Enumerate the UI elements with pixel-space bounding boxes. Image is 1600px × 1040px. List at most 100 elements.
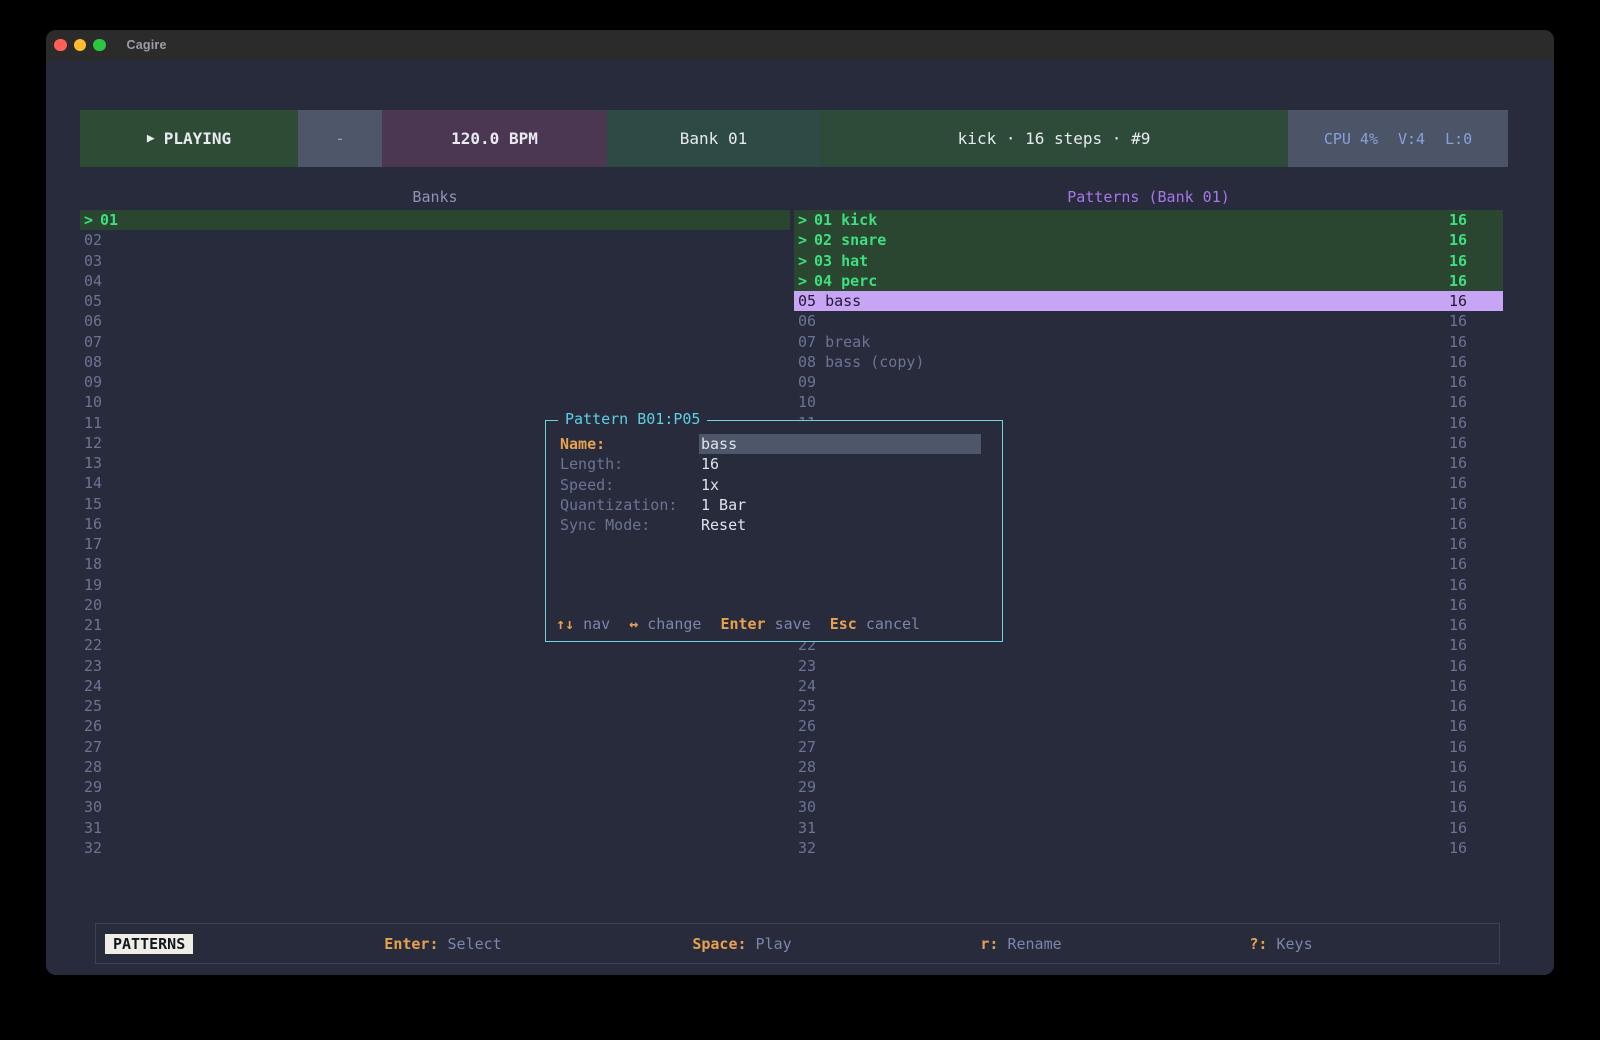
- pattern-length: 16: [1449, 839, 1503, 857]
- bank-row[interactable]: 31: [80, 818, 790, 838]
- dialog-field-label: Length:: [560, 455, 623, 473]
- dialog-field-value: Reset: [701, 516, 746, 534]
- banks-title: Banks: [80, 188, 790, 208]
- bank-row[interactable]: 06: [80, 311, 790, 331]
- pattern-name: 29: [798, 778, 816, 796]
- playing-arrow-icon: >: [798, 252, 807, 270]
- pattern-row[interactable]: 2716: [794, 737, 1503, 757]
- pattern-row-label: 08 bass (copy): [798, 353, 924, 371]
- dialog-key-hints: ↑↓ nav ↔ change Enter save Esc cancel: [556, 615, 920, 633]
- pattern-length: 16: [1449, 798, 1503, 816]
- window-titlebar[interactable]: Cagire: [46, 30, 1554, 60]
- pattern-row-label: 05 bass: [798, 292, 861, 310]
- close-window-button[interactable]: [54, 39, 67, 52]
- name-input[interactable]: [699, 434, 981, 454]
- bank-number: 01: [100, 211, 118, 229]
- bank-row[interactable]: 09: [80, 372, 790, 392]
- bank-row[interactable]: 05: [80, 291, 790, 311]
- zoom-window-button[interactable]: [93, 39, 106, 52]
- bank-number: 05: [84, 292, 102, 310]
- pattern-row[interactable]: >03 hat16: [794, 251, 1503, 271]
- pattern-name: 23: [798, 657, 816, 675]
- dialog-field-label: Quantization:: [560, 496, 677, 514]
- bank-row[interactable]: >01: [80, 210, 790, 230]
- pattern-row[interactable]: 29 16: [794, 777, 1503, 797]
- transport-extra: -: [298, 110, 382, 167]
- pattern-row[interactable]: 08 bass (copy)16: [794, 352, 1503, 372]
- pattern-name: 26: [798, 717, 816, 735]
- bank-row[interactable]: 32: [80, 838, 790, 858]
- bank-row[interactable]: 29: [80, 777, 790, 797]
- pattern-row[interactable]: 0616: [794, 311, 1503, 331]
- pattern-edit-dialog: Pattern B01:P05 Name:bassLength:16Speed:…: [545, 420, 1003, 642]
- bank-row[interactable]: 24: [80, 676, 790, 696]
- pattern-row[interactable]: 3016: [794, 797, 1503, 817]
- pattern-length: 16: [1449, 211, 1503, 229]
- bank-row[interactable]: 08: [80, 352, 790, 372]
- dialog-field-row: Name:bass: [546, 434, 1002, 454]
- pattern-length: 16: [1449, 535, 1503, 553]
- bank-number: 22: [84, 636, 102, 654]
- pattern-dialog-title: Pattern B01:P05: [558, 410, 707, 428]
- pattern-length: 16: [1449, 576, 1503, 594]
- hint-play: Space: Play: [692, 935, 791, 953]
- bank-number: 04: [84, 272, 102, 290]
- bank-row[interactable]: 27: [80, 737, 790, 757]
- dialog-hint-save: Enter save: [720, 615, 810, 633]
- pattern-row[interactable]: 2316: [794, 656, 1503, 676]
- bank-row[interactable]: 26: [80, 716, 790, 736]
- pattern-info-display: kick · 16 steps · #9: [820, 110, 1288, 167]
- bank-number: 03: [84, 252, 102, 270]
- bank-row[interactable]: 25: [80, 696, 790, 716]
- playing-arrow-icon: >: [798, 211, 807, 229]
- pattern-name: 31: [798, 819, 816, 837]
- bank-display[interactable]: Bank 01: [607, 110, 820, 167]
- system-stats: CPU 4% V:4 L:0: [1288, 110, 1508, 167]
- pattern-name: 28: [798, 758, 816, 776]
- bank-row[interactable]: 04: [80, 271, 790, 291]
- pattern-row[interactable]: 05 bass16: [794, 291, 1503, 311]
- bank-number: 07: [84, 333, 102, 351]
- transport-bar: ▶ PLAYING - 120.0 BPM Bank 01 kick · 16 …: [80, 110, 1508, 167]
- pattern-length: 16: [1449, 778, 1503, 796]
- selection-arrow-icon: >: [84, 211, 93, 229]
- arrows-leftright-icon: ↔: [629, 615, 638, 633]
- bank-row[interactable]: 02: [80, 230, 790, 250]
- dialog-hint-cancel: Esc cancel: [830, 615, 920, 633]
- pattern-row[interactable]: 3116: [794, 818, 1503, 838]
- pattern-row[interactable]: 2516: [794, 696, 1503, 716]
- bank-row[interactable]: 28: [80, 757, 790, 777]
- bank-number: 15: [84, 495, 102, 513]
- bank-row[interactable]: 03: [80, 251, 790, 271]
- pattern-length: 16: [1449, 434, 1503, 452]
- bank-row[interactable]: 30: [80, 797, 790, 817]
- minimize-window-button[interactable]: [74, 39, 87, 52]
- dialog-field-value[interactable]: bass: [701, 435, 737, 453]
- pattern-name: 01 kick: [814, 211, 877, 229]
- pattern-row[interactable]: 07 break 16: [794, 332, 1503, 352]
- pattern-row-label: >04 perc: [798, 272, 877, 290]
- pattern-length: 16: [1449, 495, 1503, 513]
- pattern-row[interactable]: 0916: [794, 372, 1503, 392]
- pattern-row[interactable]: >02 snare16: [794, 230, 1503, 250]
- dialog-field-value: 1x: [701, 476, 719, 494]
- pattern-row-label: 07 break: [798, 333, 870, 351]
- pattern-row[interactable]: 2416: [794, 676, 1503, 696]
- latency-stat: L:0: [1445, 130, 1472, 148]
- pattern-row[interactable]: 3216: [794, 838, 1503, 858]
- bank-row[interactable]: 07: [80, 332, 790, 352]
- pattern-row[interactable]: 2816: [794, 757, 1503, 777]
- bank-number: 30: [84, 798, 102, 816]
- pattern-row[interactable]: 2616: [794, 716, 1503, 736]
- pattern-length: 16: [1449, 333, 1503, 351]
- pattern-length: 16: [1449, 616, 1503, 634]
- pattern-row[interactable]: >04 perc16: [794, 271, 1503, 291]
- bank-number: 23: [84, 657, 102, 675]
- bank-row[interactable]: 23: [80, 656, 790, 676]
- pattern-name: 27: [798, 738, 816, 756]
- pattern-length: 16: [1449, 555, 1503, 573]
- bpm-display[interactable]: 120.0 BPM: [382, 110, 607, 167]
- pattern-row[interactable]: 1016: [794, 392, 1503, 412]
- pattern-row[interactable]: >01 kick 16: [794, 210, 1503, 230]
- bank-number: 12: [84, 434, 102, 452]
